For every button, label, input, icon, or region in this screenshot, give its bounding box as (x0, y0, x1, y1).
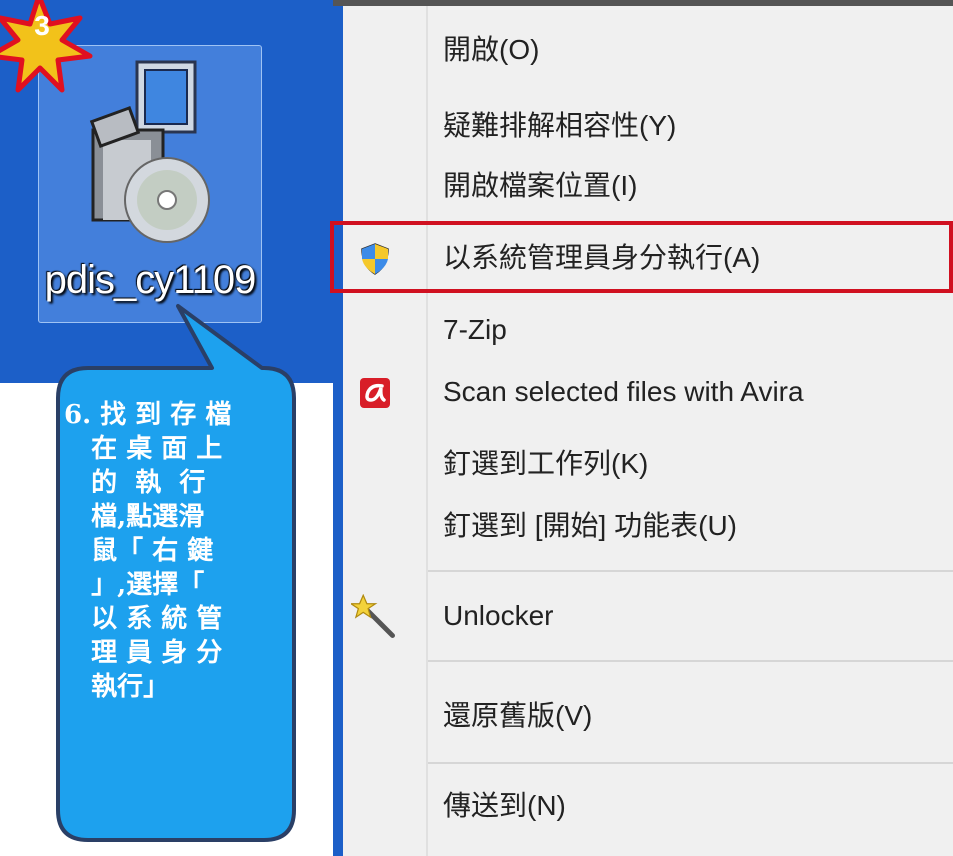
menu-item-label: 開啟檔案位置(I) (443, 170, 638, 201)
menu-item-label: 開啟(O) (443, 34, 540, 65)
menu-separator (428, 660, 953, 662)
callout-line: 理 員 身 分 (64, 638, 223, 668)
menu-item-send-to[interactable]: 傳送到(N) (343, 774, 953, 838)
callout-line: 在 桌 面 上 (64, 434, 223, 464)
menu-item-pin-to-start-menu[interactable]: 釘選到 [開始] 功能表(U) (343, 494, 953, 558)
menu-item-restore-previous-versions[interactable]: 還原舊版(V) (343, 684, 953, 748)
menu-item-label: 還原舊版(V) (443, 700, 593, 731)
menu-item-label: 疑難排解相容性(Y) (443, 110, 677, 141)
run-as-admin-highlight-box (330, 221, 953, 293)
menu-item-troubleshoot-compatibility[interactable]: 疑難排解相容性(Y) (343, 94, 953, 158)
callout-line: 」,選擇「 (64, 570, 205, 600)
menu-separator (428, 570, 953, 572)
menu-item-label: Unlocker (443, 600, 554, 631)
menu-item-label: 釘選到 [開始] 功能表(U) (443, 510, 737, 541)
desktop-icon-label[interactable]: pdis_cy1109 (40, 258, 260, 303)
step-number: 3 (34, 10, 50, 41)
callout-line: 6. 找 到 存 檔 (64, 400, 232, 430)
callout-line: 的 執 行 (64, 468, 206, 498)
avira-icon (360, 378, 390, 408)
menu-item-7zip[interactable]: 7-Zip (343, 298, 953, 362)
menu-item-open-file-location[interactable]: 開啟檔案位置(I) (343, 154, 953, 218)
menu-item-scan-avira[interactable]: Scan selected files with Avira (343, 360, 953, 424)
magic-wand-icon (351, 594, 395, 638)
menu-item-label: 7-Zip (443, 314, 507, 345)
menu-item-label: Scan selected files with Avira (443, 376, 804, 407)
menu-separator (428, 762, 953, 764)
menu-item-label: 傳送到(N) (443, 790, 566, 821)
menu-item-unlocker[interactable]: Unlocker (343, 584, 953, 648)
menu-item-label: 釘選到工作列(K) (443, 448, 649, 479)
callout-line: 以 系 統 管 (64, 604, 223, 634)
callout-line: 執行」 (64, 672, 170, 702)
callout-line: 檔,點選滑 (64, 502, 205, 532)
menu-item-open[interactable]: 開啟(O) (343, 18, 953, 82)
menu-item-pin-to-taskbar[interactable]: 釘選到工作列(K) (343, 432, 953, 496)
callout-text: 6. 找 到 存 檔 在 桌 面 上 的 執 行 檔,點選滑 鼠「 右 鍵 」,… (64, 398, 284, 704)
callout-line: 鼠「 右 鍵 (64, 536, 214, 566)
